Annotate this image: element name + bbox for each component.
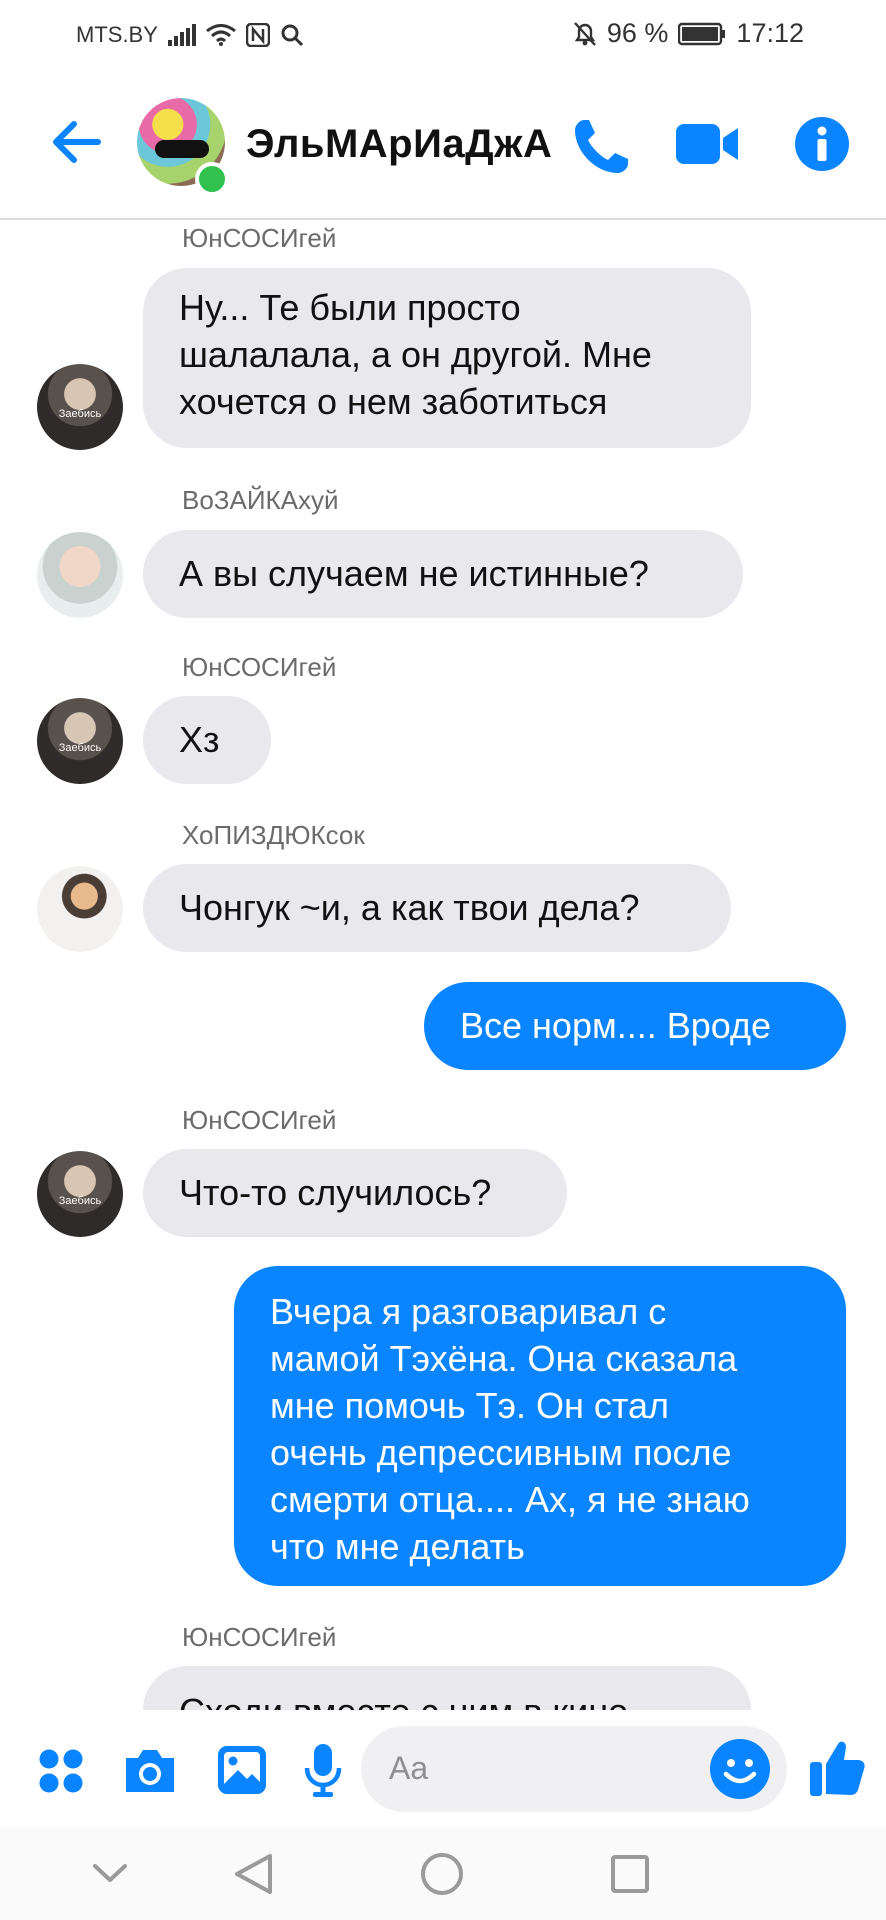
system-nav-bar (0, 1828, 886, 1920)
message-bubble[interactable]: Ну... Те были просто шалалала, а он друг… (143, 268, 751, 448)
microphone-icon[interactable] (304, 1742, 342, 1798)
message-line: мамой Тэхёна. Она сказала (270, 1338, 738, 1379)
bell-off-icon (573, 21, 596, 46)
message-line: что мне делать (270, 1526, 525, 1567)
message-line: Вчера я разговаривал с (270, 1291, 667, 1332)
sender-avatar[interactable]: Заебись (37, 364, 123, 450)
message-list[interactable]: ЮнСОСИгей Заебись Ну... Те были просто ш… (0, 220, 886, 1710)
message-bubble[interactable]: А вы случаем не истинные? (143, 530, 743, 618)
message-line: хочется о нем заботиться (179, 381, 608, 422)
message-bubble-outgoing[interactable]: Вчера я разговаривал с мамой Тэхёна. Она… (234, 1266, 846, 1586)
sender-avatar[interactable] (37, 866, 123, 952)
chat-header: ЭльМАрИаДжА (0, 72, 886, 220)
avatar-glasses (155, 140, 209, 158)
phone-icon[interactable] (570, 116, 632, 178)
avatar-watermark: Заебись (58, 1195, 102, 1207)
camera-icon[interactable] (122, 1746, 178, 1794)
sender-avatar[interactable] (37, 532, 123, 618)
sender-name: ЮнСОСИгей (182, 1622, 337, 1652)
chevron-down-icon[interactable] (92, 1862, 128, 1884)
message-line: мне помочь Тэ. Он стал (270, 1385, 670, 1426)
nfc-icon (245, 23, 270, 47)
message-line: Все норм.... Вроде (460, 1005, 772, 1046)
message-line: Сходи вместе с ним в кино (179, 1688, 715, 1710)
apps-icon[interactable] (38, 1748, 84, 1794)
conversation-title[interactable]: ЭльМАрИаДжА (246, 122, 552, 167)
message-line: смерти отца.... Ах, я не знаю (270, 1479, 750, 1520)
message-bubble[interactable]: Хз (143, 696, 271, 784)
message-bubble[interactable]: Что-то случилось? (143, 1149, 567, 1237)
video-camera-icon[interactable] (676, 122, 740, 166)
carrier-label: MTS.BY (76, 22, 158, 47)
avatar-watermark: Заебись (58, 408, 102, 420)
wifi-icon (205, 24, 236, 46)
recents-square-icon[interactable] (610, 1854, 650, 1894)
sender-avatar[interactable]: Заебись (37, 1151, 123, 1237)
image-icon[interactable] (216, 1744, 268, 1796)
sender-name: ВоЗАЙКАхуй (182, 485, 339, 515)
message-line: очень депрессивным после (270, 1432, 732, 1473)
battery-icon (678, 22, 726, 45)
thumbs-up-icon[interactable] (808, 1738, 866, 1798)
message-line: А вы случаем не истинные? (179, 553, 649, 594)
message-line: шалалала, а он другой. Мне (179, 334, 652, 375)
message-bubble[interactable]: Чонгук ~и, а как твои дела? (143, 864, 731, 952)
sender-avatar[interactable]: Заебись (37, 698, 123, 784)
avatar-watermark: Заебись (58, 742, 102, 754)
message-line: Хз (179, 719, 220, 760)
back-triangle-icon[interactable] (232, 1852, 274, 1896)
sender-name: ЮнСОСИгей (182, 652, 337, 682)
online-indicator (195, 162, 229, 196)
message-line: Чонгук ~и, а как твои дела? (179, 887, 640, 928)
sender-name: ХоПИЗДЮКсок (182, 820, 365, 850)
message-bubble-outgoing[interactable]: Все норм.... Вроде (424, 982, 846, 1070)
search-icon (281, 24, 303, 47)
status-left: MTS.BY (76, 22, 304, 48)
emoji-icon[interactable] (709, 1738, 771, 1800)
status-right: 96 % 17:12 (573, 18, 804, 49)
message-line: Что-то случилось? (179, 1172, 492, 1213)
message-bubble[interactable]: Сходи вместе с ним в кино (143, 1666, 751, 1710)
message-line: Ну... Те были просто (179, 287, 521, 328)
home-circle-icon[interactable] (420, 1852, 464, 1896)
sender-name: ЮнСОСИгей (182, 1105, 337, 1135)
composer-bar: Aa (0, 1710, 886, 1828)
message-input[interactable]: Aa (361, 1726, 787, 1812)
message-input-placeholder: Aa (389, 1750, 429, 1786)
info-icon[interactable] (794, 116, 850, 172)
status-bar: MTS.BY 96 % 17:12 (0, 0, 886, 72)
arrow-left-icon[interactable] (50, 116, 102, 168)
battery-percent: 96 % (606, 18, 669, 48)
signal-icon (167, 24, 196, 46)
clock: 17:12 (736, 18, 804, 48)
sender-name: ЮнСОСИгей (182, 223, 337, 253)
